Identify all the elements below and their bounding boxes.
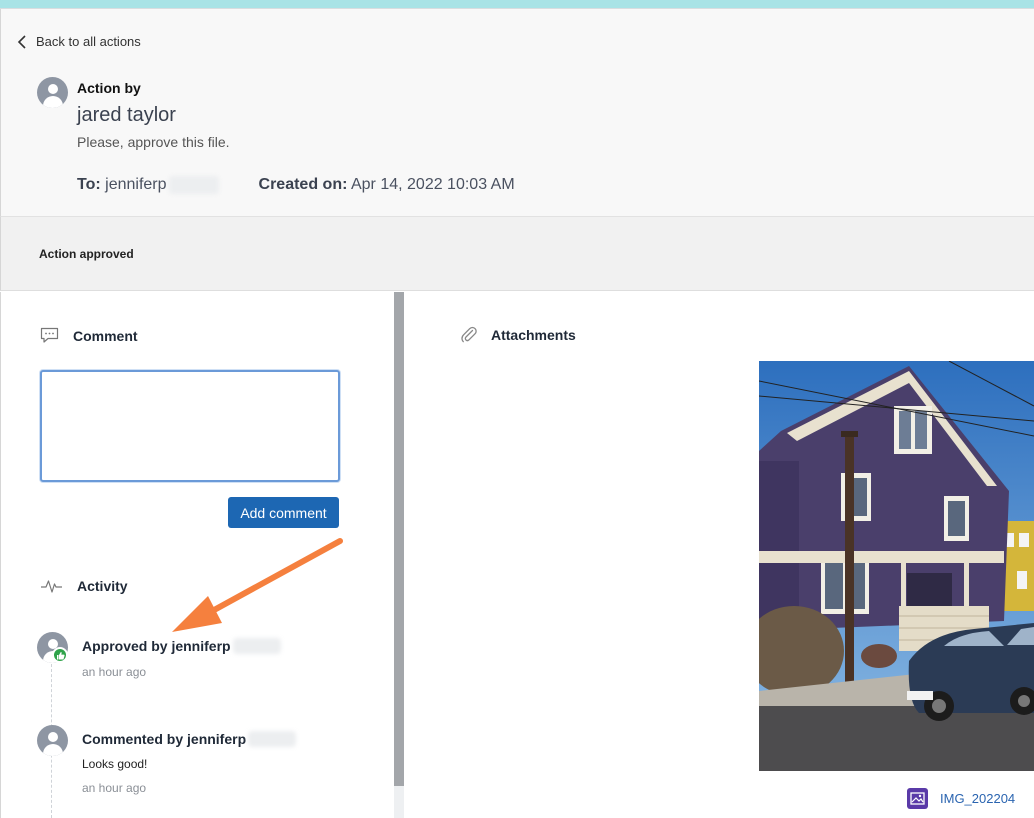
attachment-file-link[interactable]: IMG_202204: [907, 788, 1015, 809]
comment-title-label: Comment: [73, 327, 138, 344]
request-message: Please, approve this file.: [77, 134, 230, 150]
activity-item-title: Approved by jenniferp: [82, 638, 281, 654]
to-value: jenniferp: [105, 176, 167, 194]
attachment-image-preview[interactable]: [759, 361, 1034, 771]
top-accent-bar: [0, 0, 1034, 8]
redacted-blur: [168, 176, 219, 194]
created-label: Created on:: [258, 176, 348, 193]
comment-textarea[interactable]: [40, 370, 340, 482]
back-to-actions-link[interactable]: Back to all actions: [17, 34, 141, 49]
add-comment-button[interactable]: Add comment: [228, 497, 339, 528]
attachments-title-label: Attachments: [491, 326, 576, 343]
back-link-label: Back to all actions: [36, 34, 141, 49]
pane-resize-handle[interactable]: [394, 292, 404, 786]
status-bar: Action approved: [0, 217, 1034, 291]
comment-icon: [40, 327, 59, 343]
avatar: [37, 77, 68, 108]
pane-divider-bottom: [394, 786, 404, 818]
attachment-file-name: IMG_202204: [940, 791, 1016, 806]
chevron-left-icon: [17, 34, 26, 49]
approved-badge: [52, 647, 68, 663]
action-header: Back to all actions Action by jared tayl…: [0, 9, 1034, 217]
action-by-label: Action by: [77, 80, 141, 96]
meta-row: To: jenniferp Created on: Apr 14, 2022 1…: [77, 176, 515, 194]
activity-pulse-icon: [41, 580, 62, 593]
image-file-icon: [907, 788, 928, 809]
activity-item-text: Commented by jenniferp: [82, 731, 247, 747]
paperclip-icon: [461, 326, 477, 343]
avatar: [37, 725, 68, 756]
redacted-blur: [232, 638, 281, 654]
created-on-field: Created on: Apr 14, 2022 10:03 AM: [259, 176, 515, 194]
activity-item-title: Commented by jenniferp: [82, 731, 297, 747]
house-photo: [759, 361, 1034, 771]
user-icon: [48, 84, 58, 94]
activity-item-time: an hour ago: [82, 665, 147, 679]
actor-name: jared taylor: [77, 104, 176, 126]
activity-item-text: Approved by jenniferp: [82, 638, 231, 654]
activity-section-title: Activity: [40, 578, 128, 594]
redacted-blur: [248, 731, 297, 747]
comment-section-title: Comment: [40, 327, 138, 344]
user-icon: [48, 732, 58, 742]
created-value: Apr 14, 2022 10:03 AM: [350, 176, 515, 193]
to-field: To: jenniferp: [77, 176, 219, 194]
activity-item-time: an hour ago: [82, 781, 147, 795]
thumbs-up-icon: [57, 652, 65, 660]
status-text: Action approved: [39, 247, 134, 261]
attachments-section-title: Attachments: [460, 325, 576, 344]
activity-comment-text: Looks good!: [82, 757, 148, 771]
to-label: To:: [77, 176, 101, 194]
action-detail-page: { "header": { "back_label": "Back to all…: [0, 0, 1034, 818]
activity-title-label: Activity: [77, 578, 128, 594]
